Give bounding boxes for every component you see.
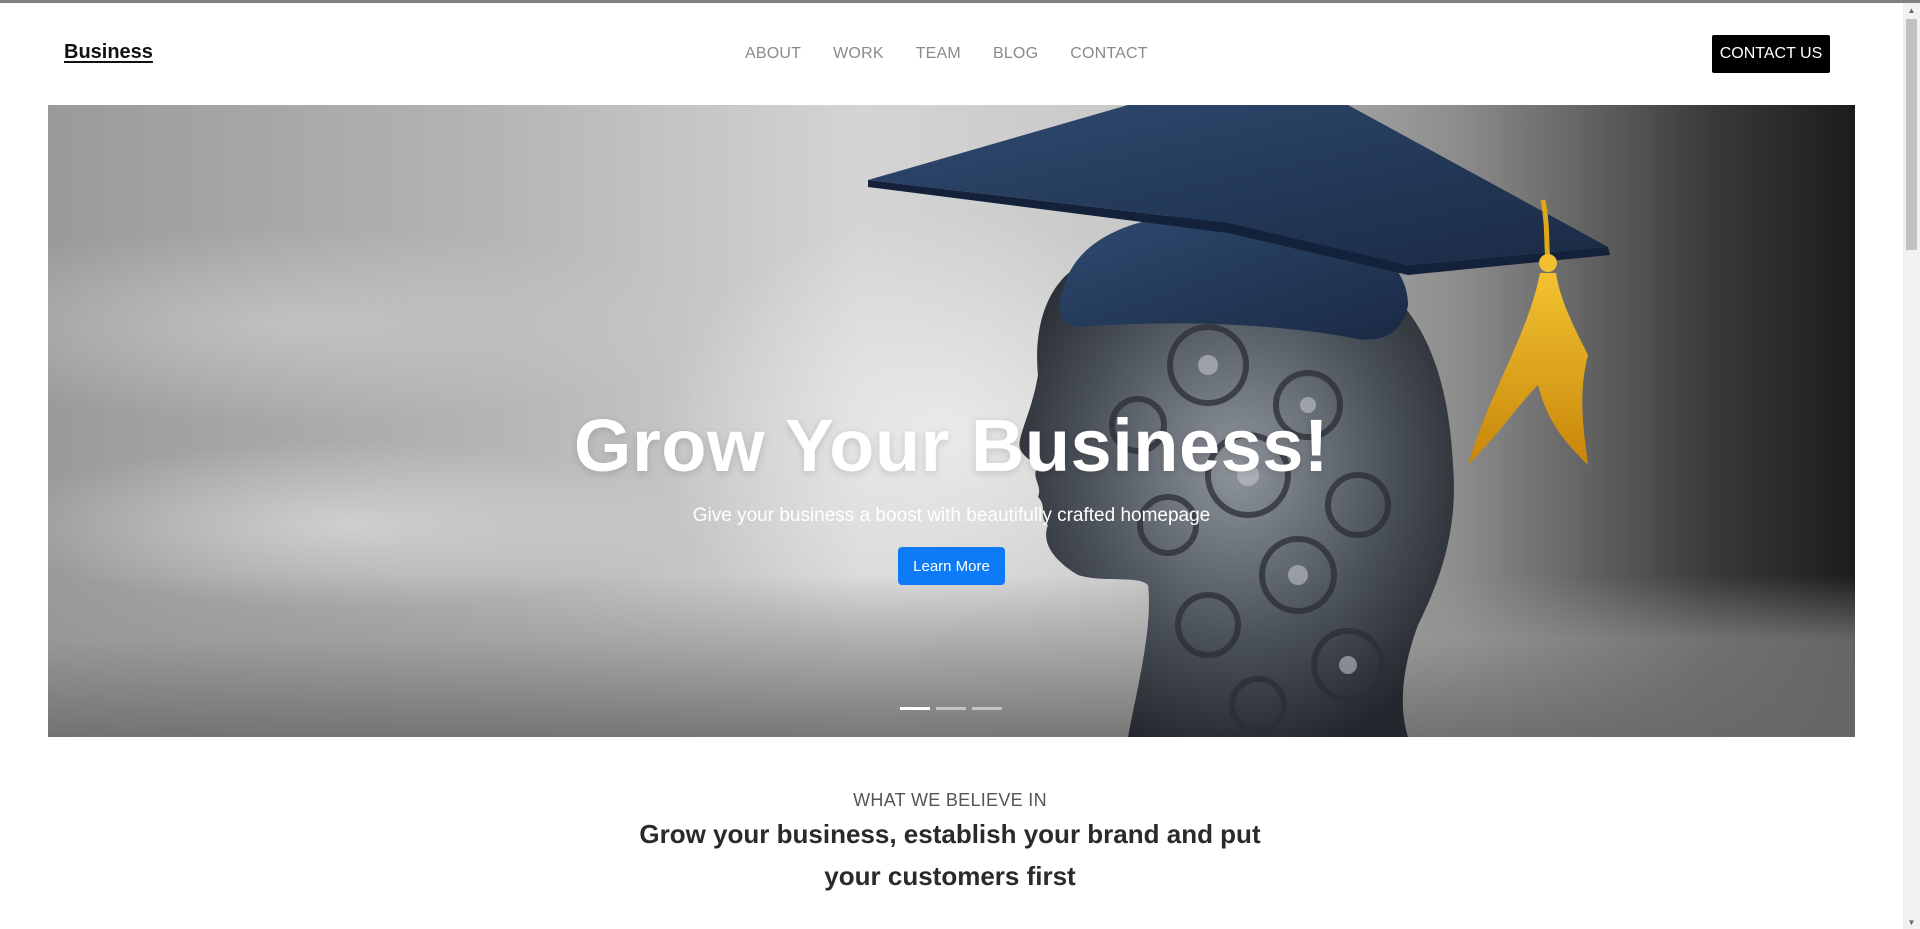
hero-title: Grow Your Business!	[573, 404, 1330, 487]
navbar: Business ABOUT WORK TEAM BLOG CONTACT CO…	[0, 3, 1900, 105]
carousel-indicator-2[interactable]	[936, 707, 966, 710]
carousel-indicator-1[interactable]	[900, 707, 930, 710]
hero-carousel: Grow Your Business! Give your business a…	[48, 105, 1855, 737]
nav-links: ABOUT WORK TEAM BLOG CONTACT	[745, 45, 1148, 63]
nav-link-blog[interactable]: BLOG	[993, 45, 1038, 63]
scroll-up-icon[interactable]: ▲	[1903, 3, 1920, 17]
brand-logo[interactable]: Business	[64, 41, 153, 64]
contact-us-button[interactable]: CONTACT US	[1712, 35, 1830, 73]
nav-link-about[interactable]: ABOUT	[745, 45, 801, 63]
vertical-scrollbar[interactable]: ▲ ▼	[1903, 3, 1920, 929]
section-eyebrow: WHAT WE BELIEVE IN	[853, 790, 1047, 810]
hero-subtitle: Give your business a boost with beautifu…	[692, 505, 1211, 526]
nav-link-team[interactable]: TEAM	[916, 45, 961, 63]
nav-link-contact[interactable]: CONTACT	[1070, 45, 1148, 63]
hero-caption: Grow Your Business! Give your business a…	[48, 105, 1855, 737]
scrollbar-thumb[interactable]	[1906, 19, 1917, 250]
nav-link-work[interactable]: WORK	[833, 45, 884, 63]
section-heading: Grow your business, establish your brand…	[639, 819, 1261, 891]
carousel-indicator-3[interactable]	[972, 707, 1002, 710]
learn-more-button[interactable]: Learn More	[898, 547, 1005, 585]
scroll-down-icon[interactable]: ▼	[1903, 915, 1920, 929]
carousel-indicators	[900, 707, 1002, 710]
